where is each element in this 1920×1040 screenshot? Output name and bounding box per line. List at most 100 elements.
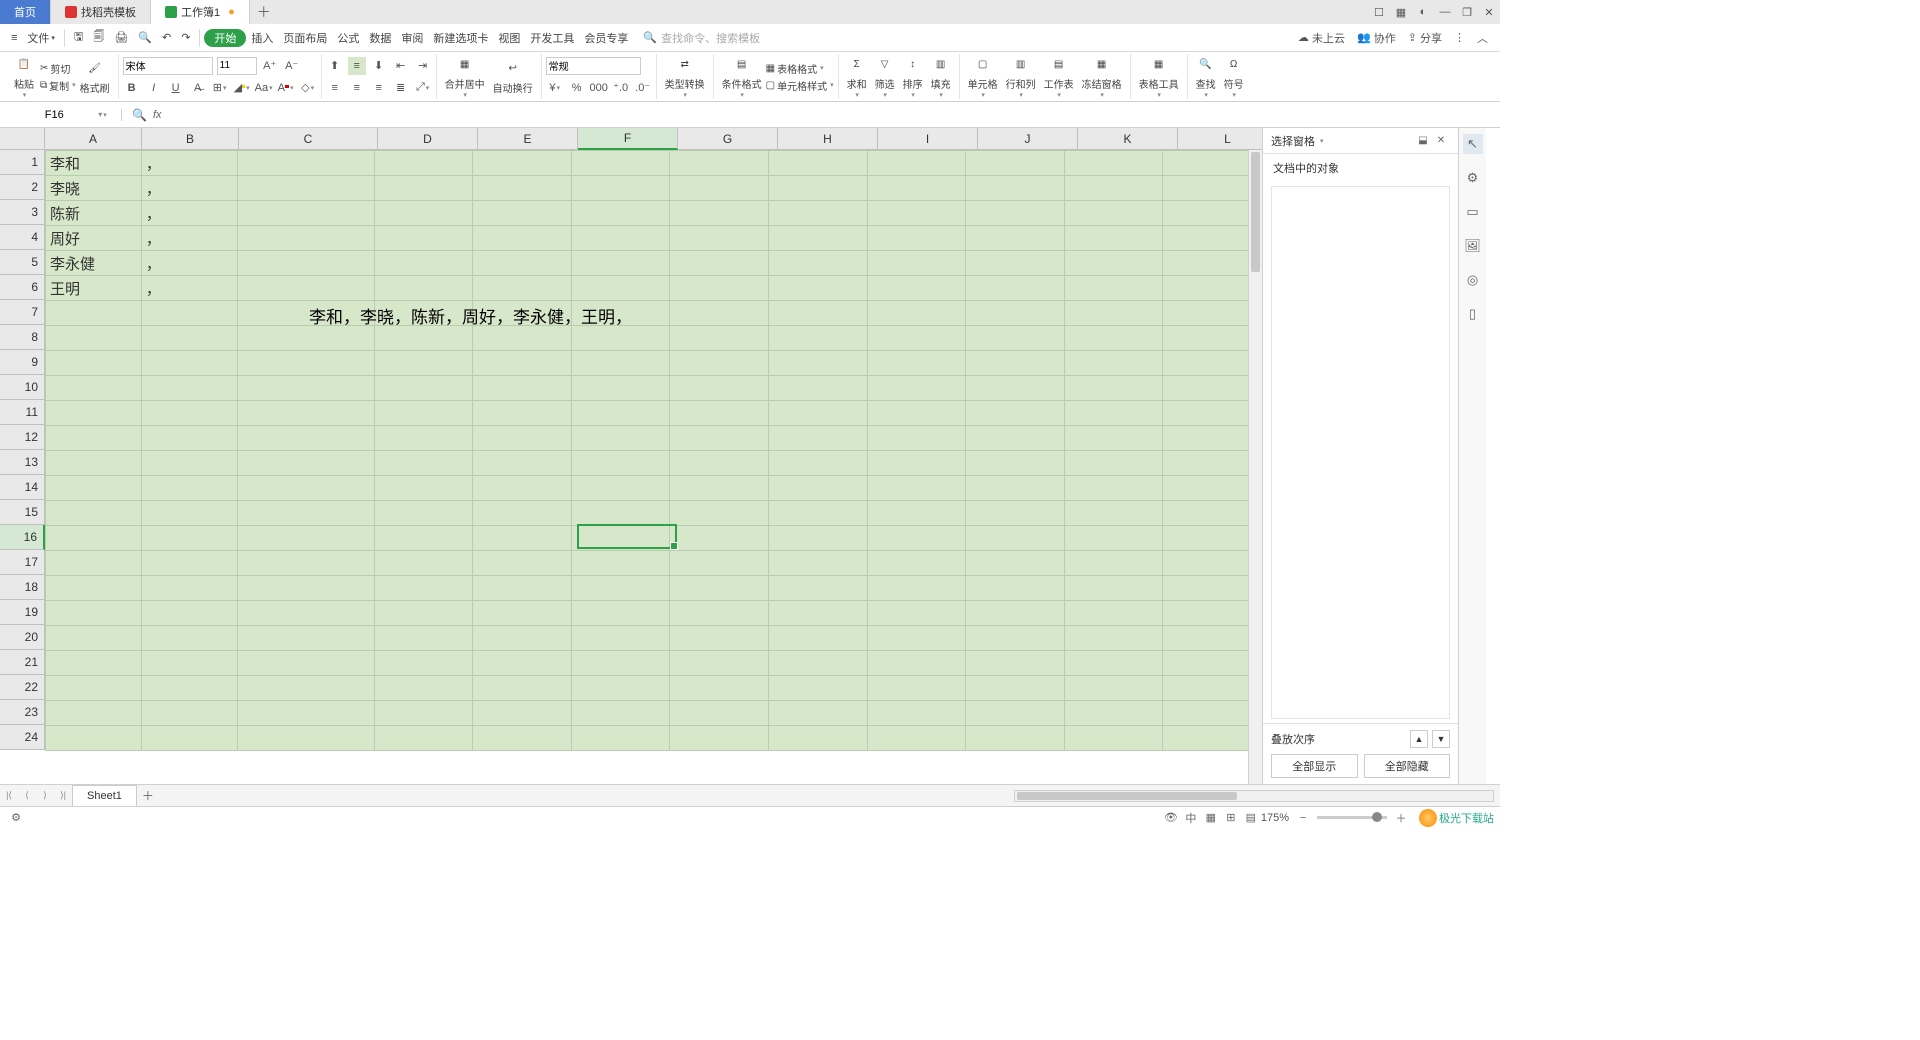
cell[interactable] xyxy=(670,576,769,601)
cell[interactable] xyxy=(1163,176,1262,201)
cell[interactable] xyxy=(670,351,769,376)
col-header-I[interactable]: I xyxy=(878,128,978,150)
cell[interactable] xyxy=(141,376,237,401)
row-header-16[interactable]: 16 xyxy=(0,525,45,550)
cell[interactable] xyxy=(46,426,142,451)
font-grow[interactable]: A⁺ xyxy=(261,57,279,75)
cell[interactable] xyxy=(141,676,237,701)
col-header-J[interactable]: J xyxy=(978,128,1078,150)
italic-button[interactable]: I xyxy=(145,79,163,97)
lang-indicator[interactable]: 中 xyxy=(1181,810,1201,826)
cell[interactable] xyxy=(46,726,142,751)
cell[interactable] xyxy=(966,551,1065,576)
hide-all-button[interactable]: 全部隐藏 xyxy=(1364,754,1451,778)
cell[interactable] xyxy=(374,526,473,551)
new-tab-button[interactable]: ＋ xyxy=(250,0,278,24)
cell[interactable] xyxy=(867,451,966,476)
command-search[interactable]: 🔍 查找命令、搜索模板 xyxy=(643,30,760,46)
cell[interactable] xyxy=(867,676,966,701)
rail-location-icon[interactable]: ◎ xyxy=(1463,270,1483,290)
cell[interactable]: ， xyxy=(141,201,237,226)
cell[interactable]: 李和 xyxy=(46,151,142,176)
currency-button[interactable]: ¥ xyxy=(546,79,564,97)
align-center[interactable]: ≡ xyxy=(348,79,366,97)
cell[interactable] xyxy=(473,276,572,301)
cell[interactable] xyxy=(237,351,374,376)
cell[interactable] xyxy=(473,576,572,601)
cell[interactable] xyxy=(1163,226,1262,251)
cell[interactable] xyxy=(966,501,1065,526)
align-top[interactable]: ⬆ xyxy=(326,57,344,75)
rail-settings-icon[interactable]: ⚙ xyxy=(1463,168,1483,188)
cell[interactable] xyxy=(1064,701,1163,726)
row-header-11[interactable]: 11 xyxy=(0,400,45,425)
cell[interactable] xyxy=(237,551,374,576)
cell[interactable] xyxy=(571,601,670,626)
cell[interactable] xyxy=(1163,301,1262,326)
cell[interactable]: 李永健 xyxy=(46,251,142,276)
cell[interactable] xyxy=(374,351,473,376)
pane-close[interactable]: ✕ xyxy=(1432,135,1450,146)
cell[interactable] xyxy=(571,676,670,701)
cell[interactable] xyxy=(571,726,670,751)
add-sheet-button[interactable]: ＋ xyxy=(137,787,159,804)
cell-style-icon[interactable]: Aa xyxy=(255,79,273,97)
cell[interactable] xyxy=(374,576,473,601)
cell[interactable] xyxy=(769,401,868,426)
cell[interactable] xyxy=(237,251,374,276)
sheet-menu[interactable]: ▤工作表 xyxy=(1040,54,1078,99)
menu-view[interactable]: 视图 xyxy=(493,24,525,51)
pane-object-list[interactable] xyxy=(1271,186,1450,719)
cell[interactable] xyxy=(374,501,473,526)
freeze-menu[interactable]: ▦冻结窗格 xyxy=(1078,54,1126,99)
cell[interactable] xyxy=(571,576,670,601)
cell[interactable] xyxy=(867,276,966,301)
cell[interactable] xyxy=(1064,276,1163,301)
zoom-in[interactable]: ＋ xyxy=(1391,810,1411,826)
row-header-22[interactable]: 22 xyxy=(0,675,45,700)
cell[interactable] xyxy=(1064,476,1163,501)
qat-undo[interactable]: ↶ xyxy=(157,24,176,51)
cell[interactable] xyxy=(141,326,237,351)
cell[interactable] xyxy=(141,601,237,626)
cell[interactable] xyxy=(1163,626,1262,651)
cell[interactable] xyxy=(1163,401,1262,426)
cell[interactable] xyxy=(571,401,670,426)
cell[interactable] xyxy=(1064,301,1163,326)
sheet-nav-last[interactable]: ⟩| xyxy=(54,790,72,801)
cell[interactable] xyxy=(1064,501,1163,526)
select-all-corner[interactable] xyxy=(0,128,45,150)
cell[interactable] xyxy=(571,701,670,726)
cell[interactable] xyxy=(769,451,868,476)
sum-button[interactable]: Σ求和 xyxy=(843,54,871,99)
cell[interactable] xyxy=(141,426,237,451)
cell[interactable] xyxy=(867,326,966,351)
col-header-B[interactable]: B xyxy=(142,128,239,150)
cell[interactable] xyxy=(966,601,1065,626)
row-header-23[interactable]: 23 xyxy=(0,700,45,725)
pane-dropdown-icon[interactable] xyxy=(1319,136,1324,145)
cell[interactable] xyxy=(46,476,142,501)
cell[interactable] xyxy=(670,526,769,551)
cell[interactable] xyxy=(374,426,473,451)
cell[interactable] xyxy=(237,526,374,551)
cell[interactable] xyxy=(237,426,374,451)
cell[interactable] xyxy=(46,301,142,326)
menu-devtool[interactable]: 开发工具 xyxy=(525,24,579,51)
cell[interactable] xyxy=(374,401,473,426)
menu-formula[interactable]: 公式 xyxy=(332,24,364,51)
cell[interactable] xyxy=(1163,351,1262,376)
cell[interactable] xyxy=(237,226,374,251)
cell[interactable] xyxy=(1064,726,1163,751)
wrap-text[interactable]: ↩自动换行 xyxy=(489,54,537,99)
cell[interactable] xyxy=(966,251,1065,276)
cell[interactable] xyxy=(867,301,966,326)
col-header-C[interactable]: C xyxy=(239,128,378,150)
cell[interactable]: 王明 xyxy=(46,276,142,301)
merge-center[interactable]: ▦合并居中 xyxy=(441,54,489,99)
cell[interactable] xyxy=(237,601,374,626)
cell[interactable] xyxy=(46,501,142,526)
filter-button[interactable]: ▽筛选 xyxy=(871,54,899,99)
cell[interactable] xyxy=(473,651,572,676)
cell[interactable] xyxy=(141,476,237,501)
